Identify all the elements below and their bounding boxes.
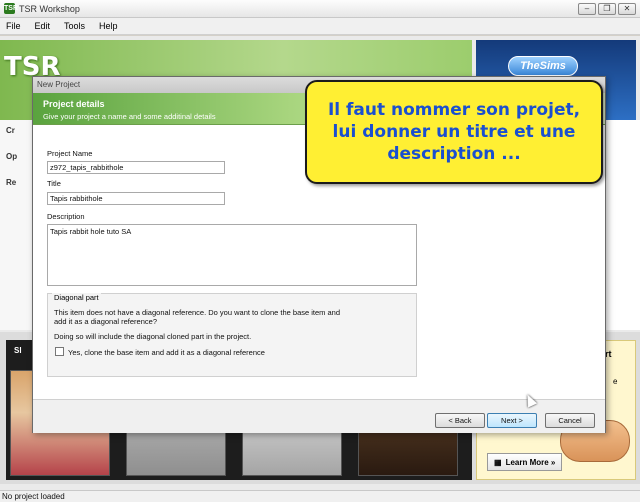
menu-file[interactable]: File xyxy=(6,21,21,31)
menu-bar: File Edit Tools Help xyxy=(0,18,640,35)
close-icon[interactable]: ✕ xyxy=(618,3,636,15)
cancel-button[interactable]: Cancel xyxy=(545,413,595,428)
panel-label: e xyxy=(613,377,618,386)
diagonal-note-text: Doing so will include the diagonal clone… xyxy=(54,332,252,341)
next-button[interactable]: Next > xyxy=(487,413,537,428)
learn-more-label: Learn More » xyxy=(505,457,556,467)
menu-tools[interactable]: Tools xyxy=(64,21,85,31)
clone-diagonal-label[interactable]: Yes, clone the base item and add it as a… xyxy=(68,348,265,357)
left-item-open[interactable]: Op xyxy=(6,152,17,161)
menu-help[interactable]: Help xyxy=(99,21,118,31)
description-field[interactable]: Tapis rabbit hole tuto SA xyxy=(47,224,417,286)
left-item-recent[interactable]: Re xyxy=(6,178,16,187)
project-name-field[interactable]: z972_tapis_rabbithole xyxy=(47,161,225,174)
dialog-header: Project details xyxy=(43,99,105,109)
menu-edit[interactable]: Edit xyxy=(35,21,51,31)
clone-diagonal-checkbox[interactable] xyxy=(55,347,64,356)
diagonal-group-title: Diagonal part xyxy=(52,293,101,302)
back-button[interactable]: < Back xyxy=(435,413,485,428)
restore-icon[interactable]: ❐ xyxy=(598,3,616,15)
title-field[interactable]: Tapis rabbithole xyxy=(47,192,225,205)
dialog-subheader: Give your project a name and some additi… xyxy=(43,112,216,121)
film-icon: ▦ xyxy=(494,457,502,467)
project-name-label: Project Name xyxy=(47,149,93,158)
window-title-bar: TSR TSR Workshop – ❐ ✕ xyxy=(0,0,640,18)
gallery-label: Sl xyxy=(14,346,22,355)
minimize-icon[interactable]: – xyxy=(578,3,596,15)
app-logo-icon: TSR xyxy=(4,3,18,14)
description-label: Description xyxy=(47,212,85,221)
window-title: TSR Workshop xyxy=(19,3,80,14)
left-panel: Cr Op Re xyxy=(0,120,32,330)
left-item-create[interactable]: Cr xyxy=(6,126,15,135)
dialog-footer: < Back Next > Cancel xyxy=(33,399,605,433)
callout-text: Il faut nommer son projet, lui donner un… xyxy=(327,100,581,164)
right-panel xyxy=(604,120,640,330)
tutorial-callout: Il faut nommer son projet, lui donner un… xyxy=(305,80,603,184)
status-bar: No project loaded xyxy=(0,490,640,502)
diagonal-info-text: This item does not have a diagonal refer… xyxy=(54,308,341,326)
diagonal-part-group: Diagonal part This item does not have a … xyxy=(47,293,417,377)
learn-more-button[interactable]: ▦ Learn More » xyxy=(487,453,563,471)
sims-logo: TheSims xyxy=(508,56,578,76)
title-label: Title xyxy=(47,179,61,188)
